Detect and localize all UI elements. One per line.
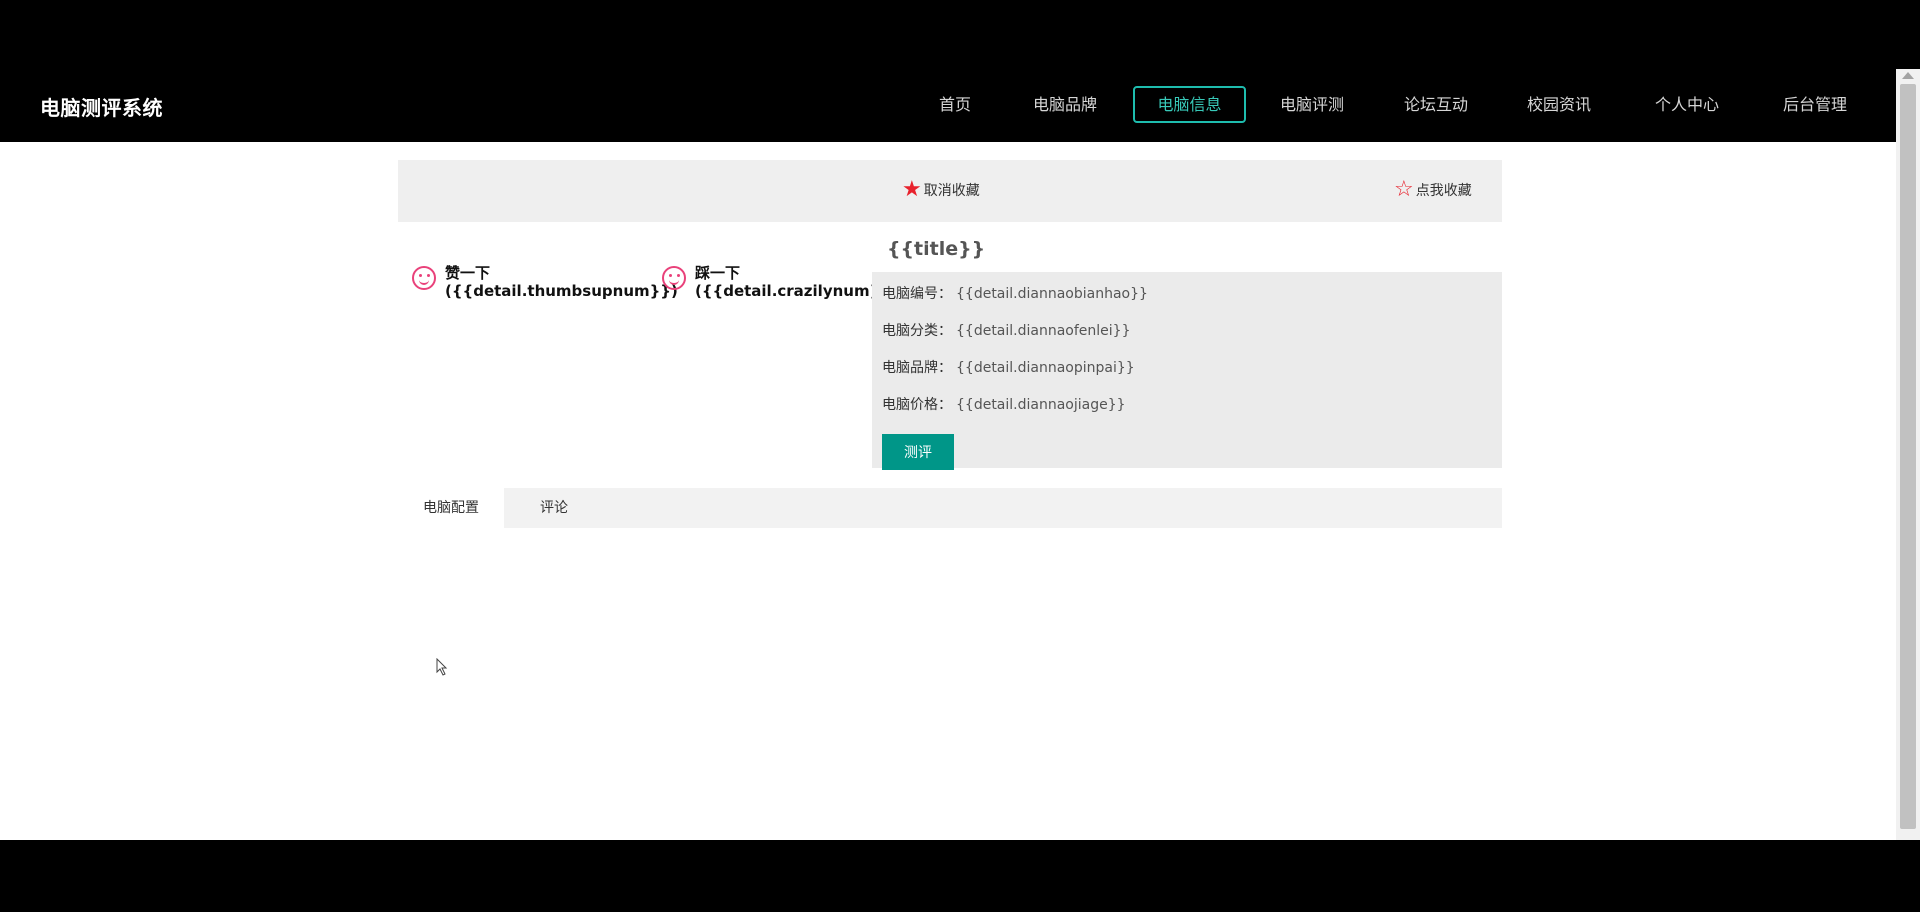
tab-comments[interactable]: 评论 bbox=[504, 488, 604, 528]
thumbs-down-label: 踩一下 bbox=[695, 264, 741, 282]
add-favorite-label: 点我收藏 bbox=[1415, 183, 1472, 199]
nav-forum[interactable]: 论坛互动 bbox=[1391, 86, 1481, 123]
nav-computer-info[interactable]: 电脑信息 bbox=[1133, 86, 1246, 123]
field-computer-id: 电脑编号： {{detail.diannaobianhao}} bbox=[882, 283, 1148, 303]
thumbs-down-button[interactable]: 踩一下 ({{detail.crazilynum}}) bbox=[662, 264, 898, 300]
detail-info-box: 电脑编号： {{detail.diannaobianhao}} 电脑分类： {{de… bbox=[872, 272, 1502, 470]
add-favorite-button[interactable]: ☆ 点我收藏 bbox=[1394, 177, 1472, 202]
nav-computer-brand[interactable]: 电脑品牌 bbox=[1020, 86, 1110, 123]
smiley-icon bbox=[412, 266, 436, 290]
cancel-favorite-label: 取消收藏 bbox=[923, 183, 980, 199]
scroll-up-arrow-icon[interactable] bbox=[1902, 72, 1914, 79]
field-label: 电脑编号： bbox=[882, 286, 952, 302]
nav-campus-news[interactable]: 校园资讯 bbox=[1514, 86, 1604, 123]
field-value: {{detail.diannaobianhao}} bbox=[956, 286, 1148, 302]
main-content: ★ 取消收藏 ☆ 点我收藏 赞一下 ({{detail.thumbsupnum}… bbox=[0, 142, 1896, 840]
thumbs-up-button[interactable]: 赞一下 ({{detail.thumbsupnum}}) bbox=[412, 264, 678, 300]
smiley-icon bbox=[662, 266, 686, 290]
favorite-bar: ★ 取消收藏 ☆ 点我收藏 bbox=[398, 160, 1502, 222]
field-label: 电脑价格： bbox=[882, 397, 952, 413]
nav-personal-center[interactable]: 个人中心 bbox=[1642, 86, 1732, 123]
star-outline-icon: ☆ bbox=[1394, 177, 1414, 202]
detail-tabs: 电脑配置 评论 bbox=[398, 488, 1502, 528]
field-computer-brand: 电脑品牌： {{detail.diannaopinpai}} bbox=[882, 357, 1135, 377]
review-button[interactable]: 测评 bbox=[882, 434, 954, 470]
field-label: 电脑分类： bbox=[882, 323, 952, 339]
thumbs-down-count: ({{detail.crazilynum}}) bbox=[695, 282, 898, 300]
vertical-scrollbar[interactable] bbox=[1896, 69, 1920, 840]
scrollbar-thumb[interactable] bbox=[1900, 84, 1916, 829]
field-value: {{detail.diannaojiage}} bbox=[956, 397, 1126, 413]
top-navbar: 电脑测评系统 首页 电脑品牌 电脑信息 电脑评测 论坛互动 校园资讯 个人中心 … bbox=[0, 74, 1896, 142]
field-label: 电脑品牌： bbox=[882, 360, 952, 376]
viewport: 电脑测评系统 首页 电脑品牌 电脑信息 电脑评测 论坛互动 校园资讯 个人中心 … bbox=[0, 0, 1920, 912]
mouse-cursor-icon bbox=[436, 658, 448, 676]
field-value: {{detail.diannaofenlei}} bbox=[956, 323, 1131, 339]
field-computer-price: 电脑价格： {{detail.diannaojiage}} bbox=[882, 394, 1126, 414]
nav-admin[interactable]: 后台管理 bbox=[1770, 86, 1860, 123]
field-value: {{detail.diannaopinpai}} bbox=[956, 360, 1135, 376]
thumbs-up-count: ({{detail.thumbsupnum}}) bbox=[445, 282, 678, 300]
site-brand[interactable]: 电脑测评系统 bbox=[40, 92, 163, 121]
nav-home[interactable]: 首页 bbox=[920, 86, 990, 123]
tab-computer-config[interactable]: 电脑配置 bbox=[398, 488, 504, 528]
detail-title: {{title}} bbox=[887, 238, 986, 260]
bottom-letterbox bbox=[0, 840, 1920, 912]
star-filled-icon: ★ bbox=[902, 177, 922, 202]
nav-computer-review[interactable]: 电脑评测 bbox=[1265, 86, 1359, 123]
field-computer-category: 电脑分类： {{detail.diannaofenlei}} bbox=[882, 320, 1130, 340]
cancel-favorite-button[interactable]: ★ 取消收藏 bbox=[902, 177, 980, 202]
thumbs-up-label: 赞一下 bbox=[445, 264, 491, 282]
